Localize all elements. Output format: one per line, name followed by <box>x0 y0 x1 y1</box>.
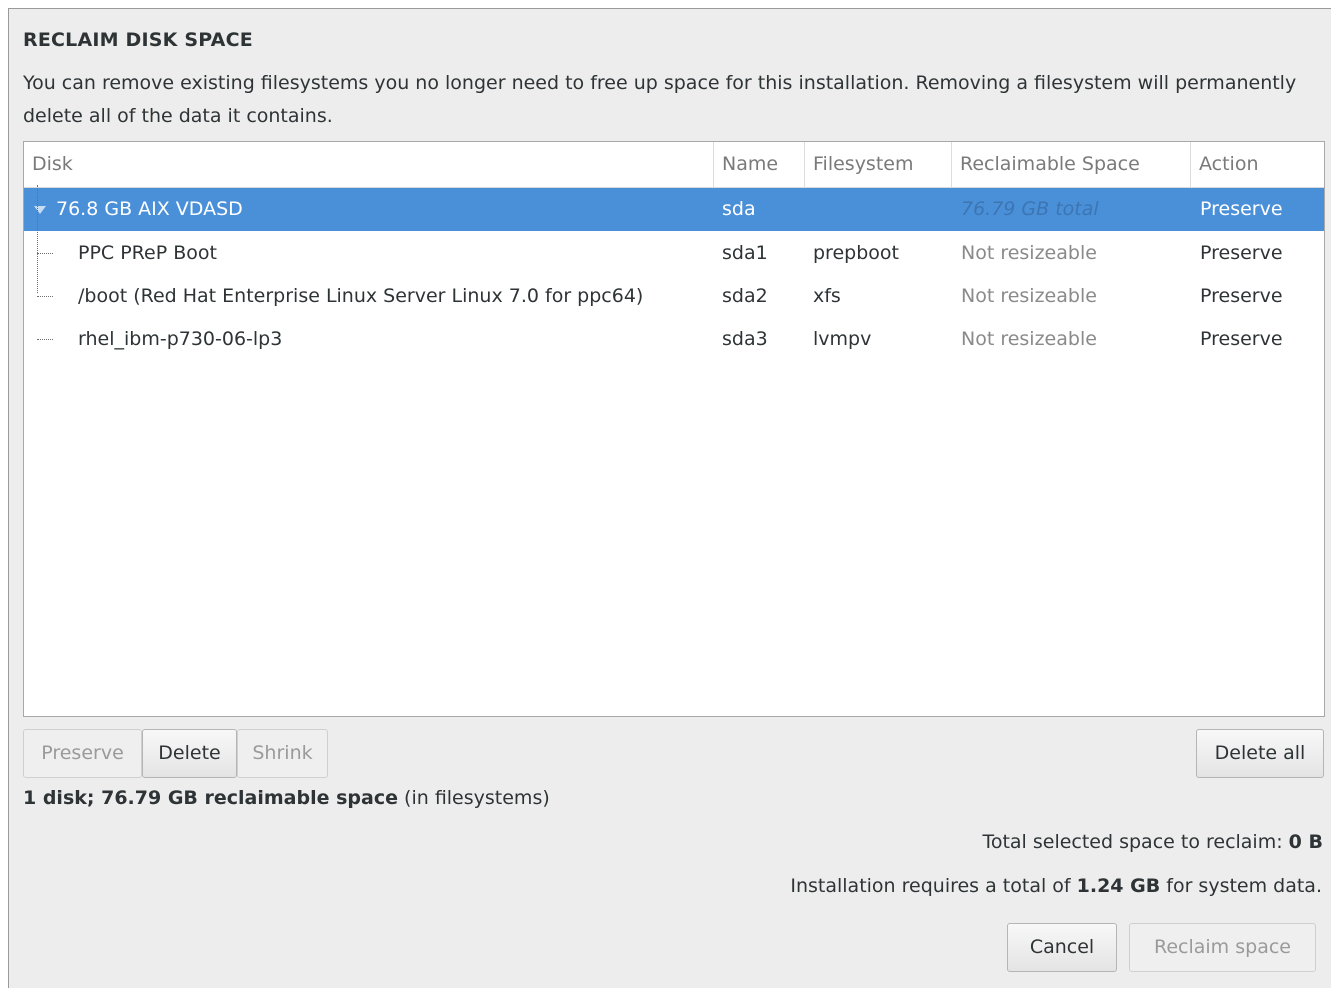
selected-space-value: 0 B <box>1288 831 1323 853</box>
reclaimable-summary: 1 disk; 76.79 GB reclaimable space (in f… <box>23 787 550 809</box>
requirement-prefix: Installation requires a total of <box>790 875 1077 897</box>
delete-button[interactable]: Delete <box>142 729 237 778</box>
column-header-disk[interactable]: Disk <box>24 142 713 187</box>
partition-action: Preserve <box>1200 242 1283 264</box>
reclaim-disk-space-dialog: RECLAIM DISK SPACE You can remove existi… <box>8 8 1331 988</box>
column-header-filesystem[interactable]: Filesystem <box>804 142 951 187</box>
requirement-suffix: for system data. <box>1160 875 1322 897</box>
dialog-title: RECLAIM DISK SPACE <box>23 29 253 51</box>
installation-requirement-text: Installation requires a total of 1.24 GB… <box>790 875 1322 897</box>
cancel-button[interactable]: Cancel <box>1007 923 1117 972</box>
partition-name: sda3 <box>722 328 768 350</box>
table-header: Disk Name Filesystem Reclaimable Space A… <box>24 142 1324 188</box>
partition-reclaimable: Not resizeable <box>961 242 1097 264</box>
partition-filesystem: lvmpv <box>813 328 872 350</box>
partition-name: sda1 <box>722 242 768 264</box>
partition-label: rhel_ibm-p730-06-lp3 <box>78 328 283 350</box>
partition-action: Preserve <box>1200 285 1283 307</box>
selected-space-label: Total selected space to reclaim: <box>982 831 1289 853</box>
partition-reclaimable: Not resizeable <box>961 328 1097 350</box>
expander-arrow-icon[interactable] <box>34 206 46 214</box>
requirement-value: 1.24 GB <box>1076 875 1161 897</box>
column-header-action[interactable]: Action <box>1190 142 1324 187</box>
disk-name: sda <box>722 198 756 220</box>
partition-filesystem: xfs <box>813 285 841 307</box>
disk-label: 76.8 GB AIX VDASD <box>56 198 243 220</box>
shrink-button[interactable]: Shrink <box>237 729 328 778</box>
reclaim-space-button[interactable]: Reclaim space <box>1129 923 1316 972</box>
table-row-disk[interactable]: 76.8 GB AIX VDASD sda 76.79 GB total Pre… <box>24 188 1324 231</box>
partition-name: sda2 <box>722 285 768 307</box>
summary-bold: 1 disk; 76.79 GB reclaimable space <box>23 787 398 809</box>
preserve-button[interactable]: Preserve <box>23 729 142 778</box>
table-row-partition[interactable]: rhel_ibm-p730-06-lp3 sda3 lvmpv Not resi… <box>24 318 1324 361</box>
column-header-name[interactable]: Name <box>713 142 804 187</box>
disk-reclaimable: 76.79 GB total <box>961 198 1099 220</box>
delete-all-button[interactable]: Delete all <box>1196 729 1324 778</box>
dialog-description: You can remove existing filesystems you … <box>23 72 1297 127</box>
table-row-partition[interactable]: PPC PReP Boot sda1 prepboot Not resizeab… <box>24 232 1324 275</box>
partition-label: PPC PReP Boot <box>78 242 217 264</box>
table-row-partition[interactable]: /boot (Red Hat Enterprise Linux Server L… <box>24 275 1324 318</box>
selected-space-text: Total selected space to reclaim: 0 B <box>982 831 1323 853</box>
disk-action: Preserve <box>1200 198 1283 220</box>
partition-reclaimable: Not resizeable <box>961 285 1097 307</box>
disk-table[interactable]: Disk Name Filesystem Reclaimable Space A… <box>23 141 1325 717</box>
summary-rest: (in filesystems) <box>398 787 550 809</box>
column-header-reclaimable-space[interactable]: Reclaimable Space <box>951 142 1190 187</box>
partition-filesystem: prepboot <box>813 242 899 264</box>
partition-label: /boot (Red Hat Enterprise Linux Server L… <box>78 285 644 307</box>
partition-action: Preserve <box>1200 328 1283 350</box>
